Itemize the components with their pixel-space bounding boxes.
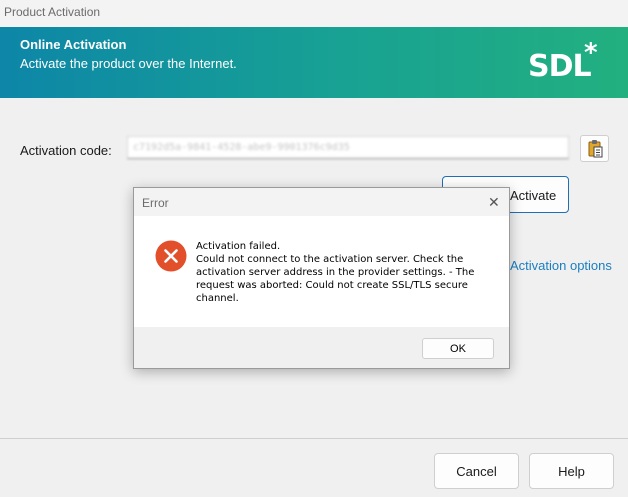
activation-code-label: Activation code:: [20, 143, 112, 158]
activation-code-input[interactable]: c7192d5a-9841-4528-abe9-9901376c9d35: [127, 136, 569, 159]
error-message: Activation failed. Could not connect to …: [196, 240, 496, 305]
clipboard-paste-icon: [588, 140, 603, 158]
error-icon: [155, 240, 187, 272]
close-icon[interactable]: ✕: [488, 195, 500, 209]
error-dialog-footer: OK: [134, 327, 509, 368]
cancel-button[interactable]: Cancel: [434, 453, 519, 489]
footer-separator: [0, 438, 628, 439]
logo-text: SDL: [528, 49, 592, 84]
online-activation-banner: Online Activation Activate the product o…: [0, 27, 628, 98]
window-title: Product Activation: [4, 5, 101, 19]
banner-title: Online Activation: [20, 37, 127, 52]
error-message-title: Activation failed.: [196, 241, 281, 252]
logo-star: *: [584, 38, 598, 68]
ok-button[interactable]: OK: [422, 338, 494, 359]
error-dialog-title: Error: [142, 196, 169, 210]
help-button[interactable]: Help: [529, 453, 614, 489]
error-message-body: Could not connect to the activation serv…: [196, 254, 475, 304]
error-dialog-body: Activation failed. Could not connect to …: [134, 216, 509, 327]
error-dialog: Error ✕ Activation failed. Could not con…: [133, 187, 510, 369]
window-titlebar: Product Activation: [0, 0, 628, 27]
paste-code-button[interactable]: [580, 135, 609, 162]
sdl-logo: SDL *: [528, 38, 598, 84]
error-dialog-titlebar: Error ✕: [134, 188, 509, 216]
activation-options-link[interactable]: Activation options: [510, 258, 612, 273]
product-activation-window: Product Activation Online Activation Act…: [0, 0, 628, 497]
banner-subtitle: Activate the product over the Internet.: [20, 56, 237, 71]
